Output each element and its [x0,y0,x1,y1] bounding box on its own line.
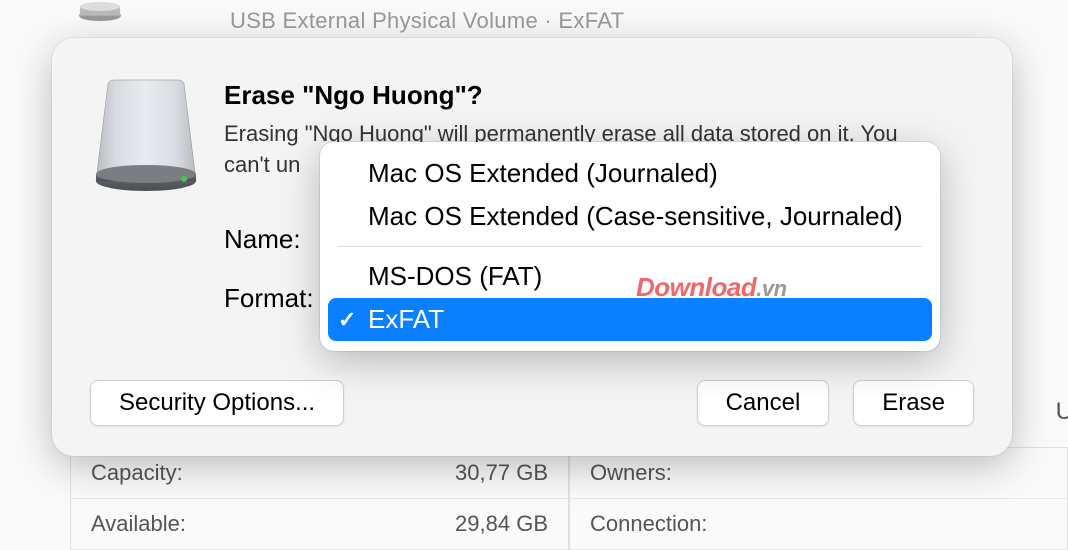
option-macos-journaled[interactable]: Mac OS Extended (Journaled) [328,152,932,195]
capacity-label: Capacity: [91,460,455,486]
available-value: 29,84 GB [455,511,548,537]
available-label: Available: [91,511,455,537]
connection-row: Connection: [570,499,1067,550]
security-options-button[interactable]: Security Options... [90,380,344,426]
option-msdos-fat[interactable]: MS-DOS (FAT) [328,255,932,298]
capacity-value: 30,77 GB [455,460,548,486]
available-row: Available: 29,84 GB [71,499,568,550]
disk-icon [90,76,202,196]
owners-label: Owners: [590,460,1047,486]
disk-icon-small [75,0,125,22]
check-icon: ✓ [338,307,356,333]
option-exfat[interactable]: ✓ ExFAT [328,298,932,341]
erase-button[interactable]: Erase [853,380,974,426]
watermark: Download.vn [636,272,787,303]
dialog-title: Erase "Ngo Huong"? [224,80,974,111]
right-edge-char: U [1056,398,1068,426]
connection-label: Connection: [590,511,1047,537]
dropdown-separator [338,246,922,247]
info-table: Capacity: 30,77 GB Available: 29,84 GB O… [70,447,1068,550]
background-volume-text: USB External Physical Volume · ExFAT [230,8,624,34]
cancel-button[interactable]: Cancel [697,380,830,426]
format-dropdown[interactable]: Mac OS Extended (Journaled) Mac OS Exten… [320,142,940,351]
option-macos-case-sensitive[interactable]: Mac OS Extended (Case-sensitive, Journal… [328,195,932,238]
